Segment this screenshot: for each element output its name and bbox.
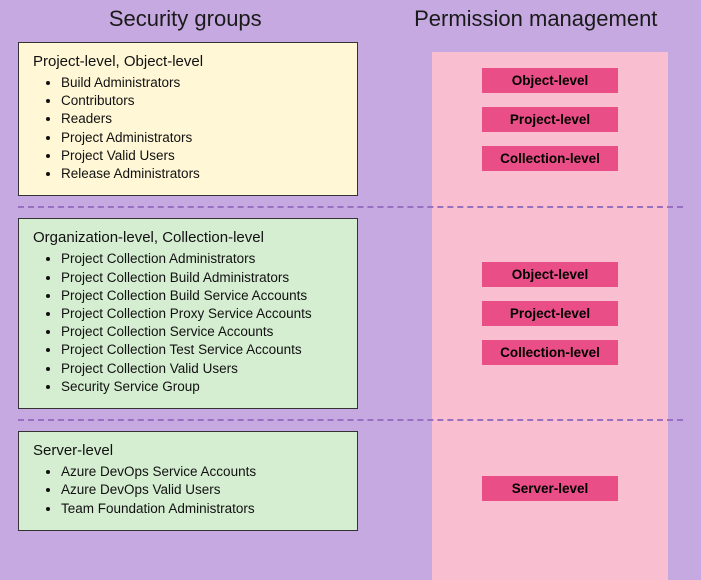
permission-list: Object-level Project-level Collection-le… — [432, 218, 668, 409]
list-item: Project Collection Service Accounts — [61, 323, 343, 341]
section-organization-level: Organization-level, Collection-level Pro… — [18, 218, 683, 409]
list-item: Project Collection Test Service Accounts — [61, 341, 343, 359]
permission-list: Server-level — [432, 431, 668, 531]
permission-chip: Object-level — [482, 68, 618, 93]
permission-list: Object-level Project-level Collection-le… — [432, 42, 668, 196]
list-item: Azure DevOps Service Accounts — [61, 463, 343, 481]
security-group-box: Organization-level, Collection-level Pro… — [18, 218, 358, 409]
list-item: Project Collection Administrators — [61, 250, 343, 268]
security-group-list: Build Administrators Contributors Reader… — [33, 74, 343, 183]
header-security-groups: Security groups — [0, 6, 351, 32]
security-group-title: Project-level, Object-level — [33, 53, 343, 70]
security-group-box: Project-level, Object-level Build Admini… — [18, 42, 358, 196]
list-item: Readers — [61, 110, 343, 128]
list-item: Project Collection Valid Users — [61, 360, 343, 378]
section-divider — [18, 419, 683, 421]
security-group-title: Server-level — [33, 442, 343, 459]
list-item: Azure DevOps Valid Users — [61, 481, 343, 499]
list-item: Project Collection Proxy Service Account… — [61, 305, 343, 323]
security-group-list: Project Collection Administrators Projec… — [33, 250, 343, 396]
headers-row: Security groups Permission management — [0, 0, 701, 42]
security-group-title: Organization-level, Collection-level — [33, 229, 343, 246]
header-permission-management: Permission management — [351, 6, 701, 32]
permission-chip: Project-level — [482, 301, 618, 326]
section-project-level: Project-level, Object-level Build Admini… — [18, 42, 683, 196]
permission-chip: Server-level — [482, 476, 618, 501]
permission-chip: Object-level — [482, 262, 618, 287]
section-server-level: Server-level Azure DevOps Service Accoun… — [18, 431, 683, 531]
list-item: Project Collection Build Administrators — [61, 269, 343, 287]
section-divider — [18, 206, 683, 208]
list-item: Contributors — [61, 92, 343, 110]
list-item: Build Administrators — [61, 74, 343, 92]
permission-chip: Collection-level — [482, 146, 618, 171]
security-group-box: Server-level Azure DevOps Service Accoun… — [18, 431, 358, 531]
permission-chip: Collection-level — [482, 340, 618, 365]
list-item: Project Collection Build Service Account… — [61, 287, 343, 305]
list-item: Project Administrators — [61, 129, 343, 147]
list-item: Team Foundation Administrators — [61, 500, 343, 518]
list-item: Security Service Group — [61, 378, 343, 396]
list-item: Release Administrators — [61, 165, 343, 183]
list-item: Project Valid Users — [61, 147, 343, 165]
security-group-list: Azure DevOps Service Accounts Azure DevO… — [33, 463, 343, 518]
permission-chip: Project-level — [482, 107, 618, 132]
